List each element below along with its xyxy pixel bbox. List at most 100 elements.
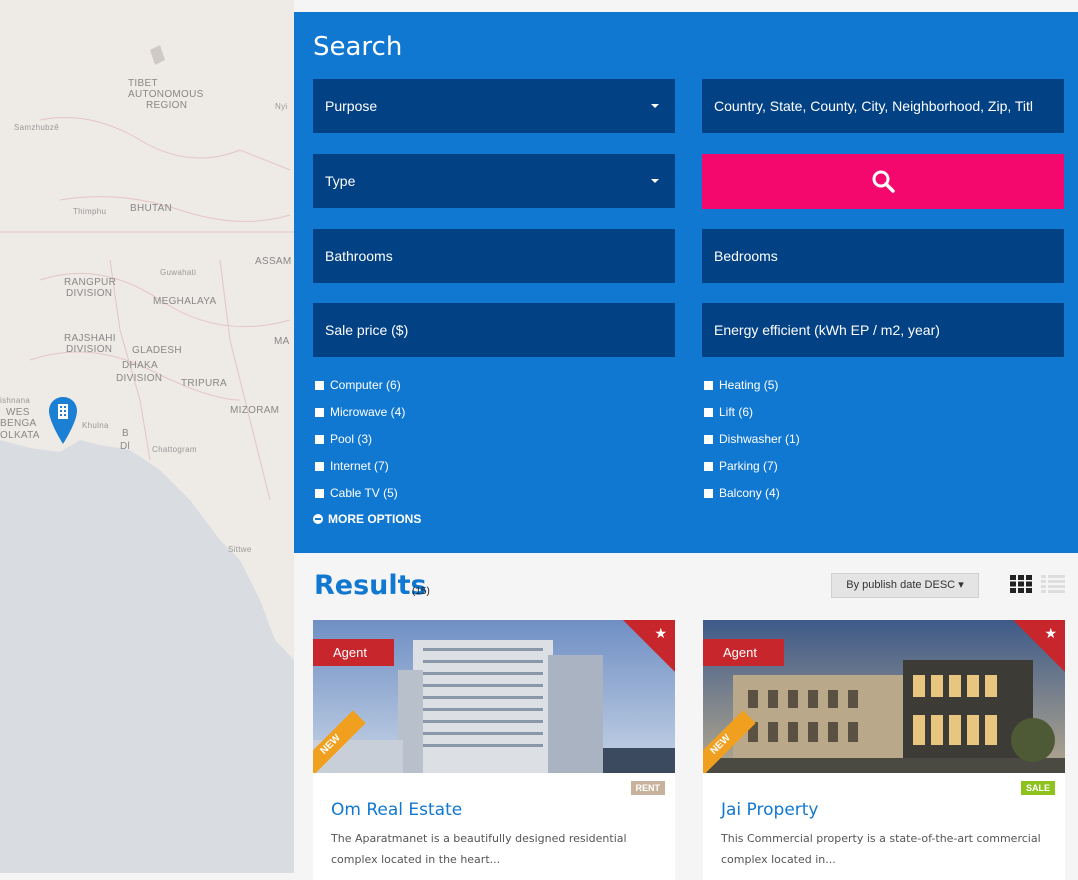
listing-photo[interactable]: Agent ★ NEW (313, 620, 675, 773)
listing-photo[interactable]: Agent ★ NEW (703, 620, 1065, 773)
sort-dropdown[interactable]: By publish date DESC ▾ (831, 573, 979, 598)
checkbox-icon[interactable] (315, 462, 324, 471)
map-label: DHAKA (122, 360, 158, 371)
map-label: BENGA (0, 418, 37, 429)
checkbox-icon[interactable] (704, 381, 713, 390)
map-label: TRIPURA (181, 378, 227, 389)
map-label: DIVISION (66, 344, 113, 355)
map-label: GLADESH (132, 345, 182, 356)
amenity-label: Computer (6) (330, 378, 401, 392)
amenity-checkbox[interactable]: Heating (5) (704, 377, 778, 393)
more-options-link[interactable]: MORE OPTIONS (313, 512, 421, 526)
bedrooms-field[interactable]: Bedrooms (702, 229, 1064, 283)
energy-efficient-field[interactable]: Energy efficient (kWh EP / m2, year) (702, 303, 1064, 357)
listing-title[interactable]: Om Real Estate (331, 800, 462, 820)
bedrooms-label: Bedrooms (714, 248, 778, 264)
listing-card[interactable]: Agent ★ NEW SALE Jai Property This Comme… (703, 620, 1065, 880)
building-pin-icon[interactable] (48, 396, 78, 446)
sale-price-label: Sale price ($) (325, 322, 409, 338)
purpose-label: Purpose (325, 98, 378, 114)
amenity-checkbox[interactable]: Cable TV (5) (315, 485, 398, 501)
minus-circle-icon (313, 514, 323, 524)
results-title: Results (314, 570, 427, 601)
map-label: WES (6, 407, 30, 418)
search-icon (872, 170, 895, 193)
map-label: BHUTAN (130, 203, 173, 214)
map-label: MEGHALAYA (153, 296, 217, 307)
map-label: B (122, 428, 129, 439)
amenity-checkbox[interactable]: Pool (3) (315, 431, 372, 447)
listing-card[interactable]: Agent ★ NEW RENT Om Real Estate The Apar… (313, 620, 675, 880)
checkbox-icon[interactable] (704, 489, 713, 498)
listing-type-tag: RENT (630, 781, 665, 795)
map-label: Sittwe (228, 545, 252, 554)
sale-price-field[interactable]: Sale price ($) (313, 303, 675, 357)
more-options-label: MORE OPTIONS (328, 512, 422, 526)
location-placeholder: Country, State, County, City, Neighborho… (714, 98, 1034, 114)
caret-down-icon: ▾ (958, 579, 964, 591)
featured-corner (1013, 620, 1065, 672)
amenity-label: Cable TV (5) (330, 486, 398, 500)
map-label: MA (274, 336, 290, 347)
map-label: TIBET (128, 78, 158, 89)
amenity-checkbox[interactable]: Dishwasher (1) (704, 431, 800, 447)
amenity-label: Pool (3) (330, 432, 373, 446)
amenity-label: Internet (7) (330, 459, 389, 473)
map[interactable]: TIBET AUTONOMOUS REGION Samzhubzê Nyi Th… (0, 0, 294, 873)
map-label: RAJSHAHI (64, 333, 116, 344)
map-label: Khulna (82, 421, 109, 430)
amenity-checkbox[interactable]: Parking (7) (704, 458, 778, 474)
caret-down-icon (651, 104, 659, 108)
type-select[interactable]: Type (313, 154, 675, 208)
map-label: Dl (120, 441, 131, 452)
amenity-checkbox[interactable]: Microwave (4) (315, 404, 405, 420)
checkbox-icon[interactable] (315, 381, 324, 390)
bathrooms-label: Bathrooms (325, 248, 393, 264)
listing-description: This Commercial property is a state-of-t… (721, 832, 1041, 866)
amenity-label: Balcony (4) (719, 486, 780, 500)
agent-badge: Agent (703, 639, 784, 666)
amenity-label: Parking (7) (719, 459, 778, 473)
map-label: OLKATA (0, 430, 40, 441)
amenity-label: Dishwasher (1) (719, 432, 800, 446)
grid-view-icon[interactable] (1010, 575, 1032, 593)
checkbox-icon[interactable] (704, 408, 713, 417)
listing-title[interactable]: Jai Property (721, 800, 819, 820)
listing-type-tag: SALE (1020, 781, 1055, 795)
amenity-checkbox[interactable]: Balcony (4) (704, 485, 780, 501)
checkbox-icon[interactable] (704, 462, 713, 471)
star-icon[interactable]: ★ (1044, 626, 1057, 642)
search-button[interactable] (702, 154, 1064, 209)
checkbox-icon[interactable] (315, 408, 324, 417)
search-title: Search (313, 32, 403, 62)
map-label: Samzhubzê (14, 123, 59, 132)
search-panel: Search Purpose Country, State, County, C… (294, 12, 1078, 553)
sort-label: By publish date DESC (846, 579, 956, 591)
checkbox-icon[interactable] (704, 435, 713, 444)
amenity-checkbox[interactable]: Computer (6) (315, 377, 401, 393)
map-label: Thimphu (73, 207, 107, 216)
map-label: Nyi (275, 102, 288, 111)
checkbox-icon[interactable] (315, 435, 324, 444)
amenity-label: Microwave (4) (330, 405, 406, 419)
amenity-checkbox[interactable]: Internet (7) (315, 458, 389, 474)
purpose-select[interactable]: Purpose (313, 79, 675, 133)
list-view-icon[interactable] (1041, 575, 1065, 593)
location-input[interactable]: Country, State, County, City, Neighborho… (702, 79, 1064, 133)
map-label: MIZORAM (230, 405, 280, 416)
amenity-checkbox[interactable]: Lift (6) (704, 404, 753, 420)
map-label: RANGPUR (64, 277, 117, 288)
energy-label: Energy efficient (kWh EP / m2, year) (714, 322, 940, 338)
star-icon[interactable]: ★ (654, 626, 667, 642)
agent-badge: Agent (313, 639, 394, 666)
map-label: Guwahati (160, 268, 197, 277)
amenity-label: Heating (5) (719, 378, 779, 392)
map-label: DIVISION (116, 373, 163, 384)
checkbox-icon[interactable] (315, 489, 324, 498)
caret-down-icon (651, 179, 659, 183)
map-label: AUTONOMOUS (128, 89, 204, 100)
map-label: ishnana (0, 396, 31, 405)
bathrooms-field[interactable]: Bathrooms (313, 229, 675, 283)
map-label: REGION (146, 100, 188, 111)
map-label: ASSAM (255, 256, 292, 267)
